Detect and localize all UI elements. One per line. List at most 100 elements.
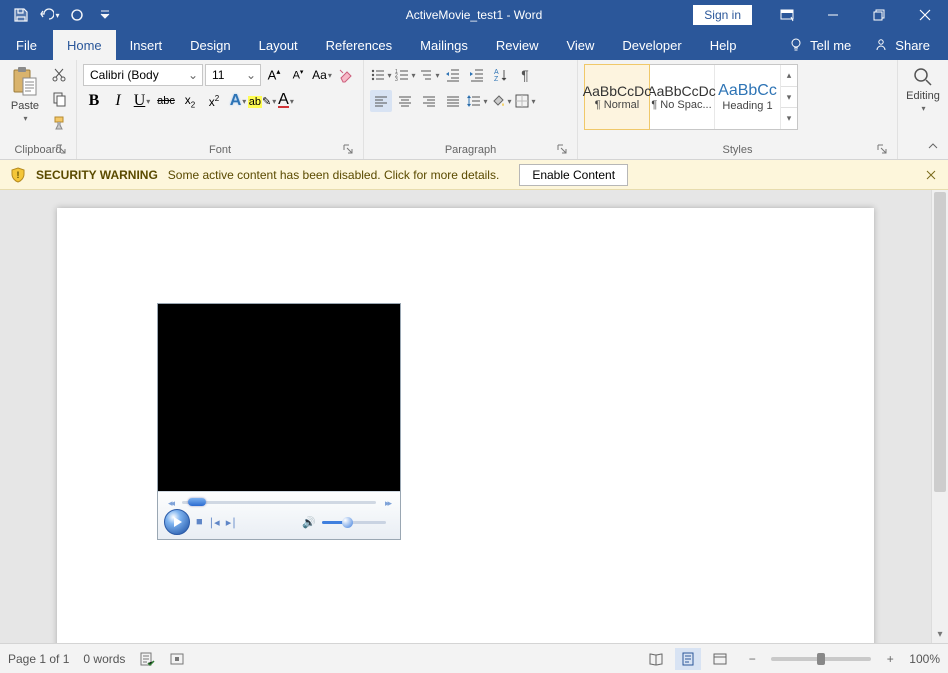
zoom-in-button[interactable]: + (877, 648, 903, 670)
underline-button[interactable]: U▾ (131, 90, 153, 112)
stop-button[interactable]: ■ (196, 516, 203, 528)
proofing-status[interactable] (139, 651, 155, 667)
italic-button[interactable]: I (107, 90, 129, 112)
page-number-status[interactable]: Page 1 of 1 (8, 652, 69, 666)
highlight-button[interactable]: ab✎▾ (251, 90, 273, 112)
format-painter-button[interactable] (48, 112, 70, 134)
vertical-scrollbar[interactable]: ▴ ▾ (931, 190, 948, 643)
tab-insert[interactable]: Insert (116, 30, 177, 60)
tab-references[interactable]: References (312, 30, 406, 60)
tab-design[interactable]: Design (176, 30, 244, 60)
show-hide-button[interactable]: ¶ (514, 64, 536, 86)
justify-button[interactable] (442, 90, 464, 112)
zoom-level[interactable]: 100% (909, 652, 940, 666)
fast-forward-button[interactable]: ▸▸ (385, 498, 390, 509)
borders-button[interactable]: ▾ (514, 90, 536, 112)
volume-thumb[interactable] (342, 517, 353, 528)
editing-button[interactable]: Editing ▾ (904, 64, 942, 142)
undo-button[interactable]: ▾ (36, 3, 62, 27)
word-count-status[interactable]: 0 words (83, 652, 125, 666)
paste-button[interactable]: Paste ▾ (6, 64, 44, 142)
qat-customize-button[interactable] (92, 3, 118, 27)
page[interactable]: ◂◂ ▸▸ ■ ∣◂ ▸∣ 🔊 (57, 208, 874, 643)
maximize-button[interactable] (856, 0, 902, 30)
security-warning-text[interactable]: Some active content has been disabled. C… (168, 168, 500, 182)
play-button[interactable] (164, 509, 190, 535)
seek-thumb[interactable] (188, 498, 206, 506)
seek-track[interactable] (182, 501, 376, 504)
tab-review[interactable]: Review (482, 30, 553, 60)
bold-button[interactable]: B (83, 90, 105, 112)
shading-button[interactable]: ▾ (490, 90, 512, 112)
styles-dialog-launcher[interactable] (875, 142, 889, 156)
tell-me-search[interactable]: Tell me (780, 37, 859, 53)
font-name-combo[interactable]: Calibri (Body⌄ (83, 64, 203, 86)
tab-help[interactable]: Help (696, 30, 751, 60)
minimize-button[interactable] (810, 0, 856, 30)
seek-bar[interactable]: ◂◂ ▸▸ (166, 498, 392, 506)
zoom-slider[interactable] (771, 657, 871, 661)
style-normal[interactable]: AaBbCcDc¶ Normal (584, 64, 650, 130)
web-layout-button[interactable] (707, 648, 733, 670)
superscript-button[interactable]: x2 (203, 90, 225, 112)
paragraph-dialog-launcher[interactable] (555, 142, 569, 156)
styles-scroll-down[interactable]: ▾ (781, 86, 797, 108)
font-color-button[interactable]: A▾ (275, 90, 297, 112)
collapse-ribbon-button[interactable] (924, 137, 942, 155)
change-case-button[interactable]: Aa▾ (311, 64, 333, 86)
bullets-button[interactable]: ▾ (370, 64, 392, 86)
activemovie-control[interactable]: ◂◂ ▸▸ ■ ∣◂ ▸∣ 🔊 (157, 303, 401, 540)
next-button[interactable]: ▸∣ (226, 516, 237, 529)
volume-slider[interactable] (322, 521, 386, 524)
macro-status[interactable] (169, 651, 185, 667)
align-left-button[interactable] (370, 90, 392, 112)
text-effects-button[interactable]: A▾ (227, 90, 249, 112)
align-right-button[interactable] (418, 90, 440, 112)
video-surface[interactable] (158, 304, 400, 491)
zoom-thumb[interactable] (817, 653, 825, 665)
tab-file[interactable]: File (0, 30, 53, 60)
strikethrough-button[interactable]: abc (155, 90, 177, 112)
save-button[interactable] (8, 3, 34, 27)
tab-mailings[interactable]: Mailings (406, 30, 482, 60)
tab-home[interactable]: Home (53, 30, 116, 60)
share-button[interactable]: Share (865, 37, 938, 53)
decrease-indent-button[interactable] (442, 64, 464, 86)
copy-button[interactable] (48, 88, 70, 110)
style-no-spacing[interactable]: AaBbCcDc¶ No Spac... (649, 65, 715, 129)
shrink-font-button[interactable]: A▾ (287, 64, 309, 86)
clipboard-dialog-launcher[interactable] (54, 142, 68, 156)
previous-button[interactable]: ∣◂ (209, 516, 220, 529)
styles-gallery[interactable]: AaBbCcDc¶ Normal AaBbCcDc¶ No Spac... Aa… (584, 64, 798, 130)
grow-font-button[interactable]: A▴ (263, 64, 285, 86)
tab-view[interactable]: View (552, 30, 608, 60)
styles-scroll-up[interactable]: ▴ (781, 65, 797, 86)
read-mode-button[interactable] (643, 648, 669, 670)
document-scroll[interactable]: ◂◂ ▸▸ ■ ∣◂ ▸∣ 🔊 (0, 190, 931, 643)
mute-button[interactable]: 🔊 (302, 516, 316, 529)
style-heading-1[interactable]: AaBbCcHeading 1 (715, 65, 781, 129)
enable-content-button[interactable]: Enable Content (519, 164, 628, 186)
align-center-button[interactable] (394, 90, 416, 112)
rewind-button[interactable]: ◂◂ (168, 498, 173, 509)
styles-expand[interactable]: ▾ (781, 107, 797, 129)
sign-in-button[interactable]: Sign in (693, 5, 752, 25)
numbering-button[interactable]: 123▾ (394, 64, 416, 86)
scroll-thumb[interactable] (934, 192, 946, 492)
cut-button[interactable] (48, 64, 70, 86)
font-size-combo[interactable]: 11⌄ (205, 64, 261, 86)
zoom-out-button[interactable]: − (739, 648, 765, 670)
clear-formatting-button[interactable] (335, 64, 357, 86)
ribbon-display-options-button[interactable] (764, 0, 810, 30)
close-button[interactable] (902, 0, 948, 30)
scroll-down-button[interactable]: ▾ (932, 626, 948, 643)
increase-indent-button[interactable] (466, 64, 488, 86)
sort-button[interactable]: AZ (490, 64, 512, 86)
tab-layout[interactable]: Layout (245, 30, 312, 60)
print-layout-button[interactable] (675, 648, 701, 670)
messagebar-close-button[interactable] (922, 166, 940, 184)
multilevel-list-button[interactable]: ▾ (418, 64, 440, 86)
line-spacing-button[interactable]: ▾ (466, 90, 488, 112)
tab-developer[interactable]: Developer (608, 30, 695, 60)
subscript-button[interactable]: x2 (179, 90, 201, 112)
